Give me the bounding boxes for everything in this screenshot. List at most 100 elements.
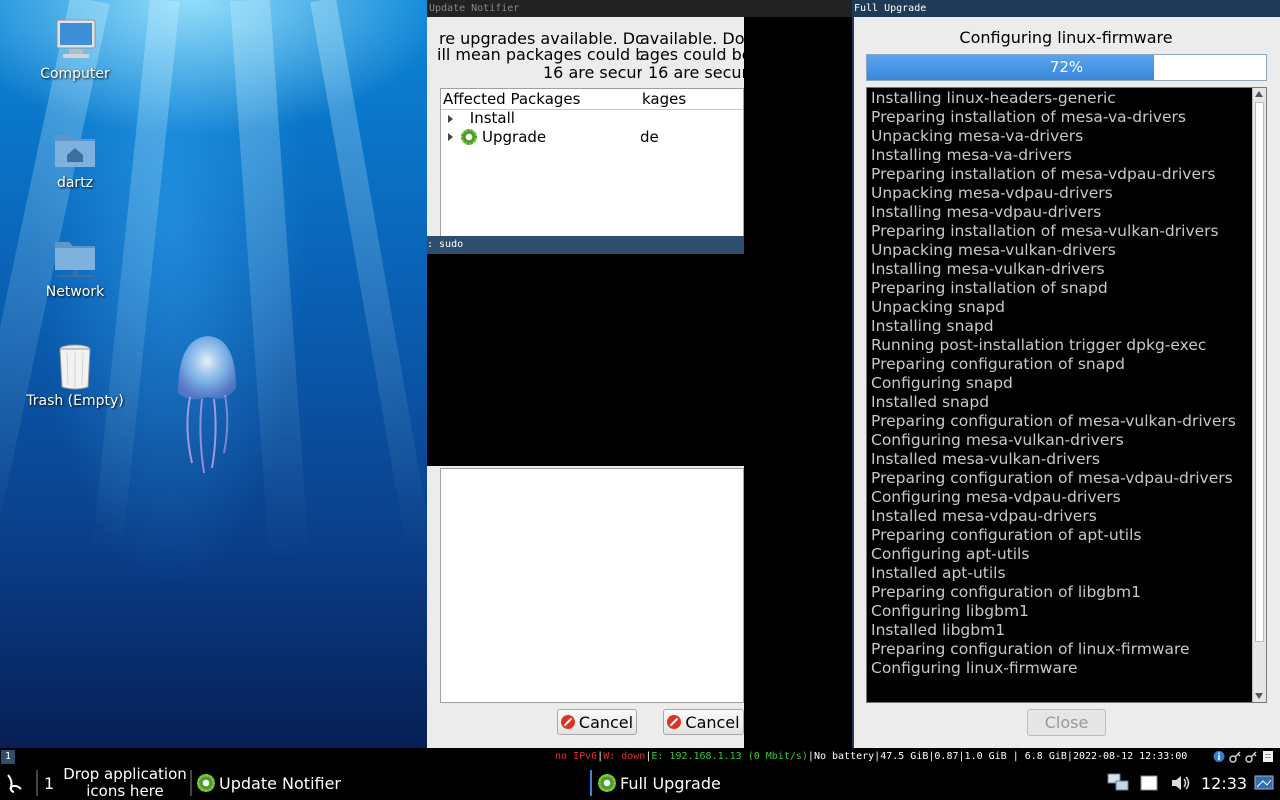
desktop-icon-label: Trash (Empty): [26, 393, 124, 409]
taskbar-separator: [36, 770, 38, 796]
taskbar-separator: [590, 770, 592, 796]
key-icon[interactable]: [1229, 750, 1241, 763]
log-line: Configuring snapd: [871, 374, 1013, 392]
cancel-button-label: Cancel: [578, 712, 634, 732]
log-line: Configuring mesa-vulkan-drivers: [871, 431, 1124, 449]
clipboard-icon[interactable]: [1262, 750, 1274, 763]
update-message-line3: 16 are securi: [543, 63, 642, 82]
affected-packages-tree[interactable]: Affected Packages kages Install Upgrade …: [440, 88, 744, 238]
computer-icon: [56, 19, 96, 58]
info-icon[interactable]: [1213, 750, 1225, 763]
log-line: Unpacking mesa-vdpau-drivers: [871, 184, 1113, 202]
clock[interactable]: 12:33: [1201, 766, 1247, 800]
desktop: Computer dartz Network Trash (Empty): [0, 0, 427, 748]
key-icon[interactable]: [1245, 750, 1257, 763]
notes-tray-icon[interactable]: [1139, 766, 1159, 800]
status-text: no IPv6|W: down|E: 192.168.1.13 (0 Mbit/…: [555, 751, 1188, 762]
status-battery: No battery: [813, 751, 875, 762]
status-mem-free: 6.8 GiB: [1024, 751, 1067, 762]
desktop-icon-network[interactable]: Network: [20, 234, 130, 300]
log-line: Installing snapd: [871, 317, 994, 335]
show-desktop-button[interactable]: [1254, 766, 1274, 800]
distro-logo-icon: [7, 774, 22, 793]
volume-tray-icon[interactable]: [1170, 766, 1192, 800]
full-upgrade-titlebar[interactable]: Full Upgrade: [852, 0, 1280, 17]
desktop-icon: [1254, 775, 1274, 790]
start-menu-button[interactable]: [4, 766, 26, 800]
jellyfish-wallpaper-image: [178, 336, 236, 474]
cancel-button-label: Cancel: [685, 712, 740, 732]
tree-row-label: Install: [469, 109, 515, 127]
cancel-button-dup[interactable]: Cancel: [663, 709, 744, 735]
log-line: Unpacking mesa-va-drivers: [871, 127, 1084, 145]
scroll-down-arrow-icon[interactable]: [1255, 693, 1263, 699]
sudo-window-titlebar[interactable]: : sudo: [427, 236, 744, 254]
desktop-icon-computer[interactable]: Computer: [20, 16, 130, 82]
status-ipv6: no IPv6: [555, 751, 598, 762]
log-line: Configuring mesa-vdpau-drivers: [871, 488, 1121, 506]
desktop-icon-label: Computer: [40, 66, 110, 82]
desktop-icon-home-folder[interactable]: dartz: [20, 125, 130, 191]
log-line: Installing mesa-vulkan-drivers: [871, 260, 1105, 278]
cancel-button[interactable]: Cancel: [557, 709, 637, 735]
workspace-button[interactable]: 1: [44, 766, 54, 800]
notepad-icon: [1140, 775, 1158, 791]
status-disk: 47.5 GiB: [880, 751, 929, 762]
log-line: Configuring apt-utils: [871, 545, 1030, 563]
task-full-upgrade[interactable]: Full Upgrade: [598, 766, 721, 800]
status-bar: 1 no IPv6|W: down|E: 192.168.1.13 (0 Mbi…: [0, 748, 1280, 766]
task-update-notifier[interactable]: Update Notifier: [197, 766, 341, 800]
task-label: Full Upgrade: [620, 773, 721, 793]
status-load: 0.87: [934, 751, 959, 762]
tree-row-install[interactable]: Install: [448, 109, 515, 127]
log-line: Configuring libgbm1: [871, 602, 1029, 620]
column-header-label: Affected Packages: [443, 90, 581, 108]
update-notifier-titlebar[interactable]: Update Notifier: [427, 0, 852, 17]
update-gear-icon: [197, 774, 215, 792]
log-line: Configuring linux-firmware: [871, 659, 1078, 677]
close-button[interactable]: Close: [1027, 709, 1106, 736]
log-line: Preparing configuration of snapd: [871, 355, 1125, 373]
log-line: Preparing configuration of libgbm1: [871, 583, 1141, 601]
affected-packages-header[interactable]: Affected Packages kages: [441, 89, 743, 110]
log-line: Unpacking mesa-vulkan-drivers: [871, 241, 1116, 259]
upgrade-progress-bar: 72%: [866, 54, 1267, 81]
light-ray: [230, 0, 310, 561]
trash-icon: [59, 344, 91, 390]
network-tray-icon[interactable]: [1107, 766, 1129, 800]
log-line: Installed libgbm1: [871, 621, 1006, 639]
upgrade-log[interactable]: Installing linux-headers-generic Preparin…: [866, 87, 1267, 703]
scroll-thumb[interactable]: [1255, 102, 1264, 642]
scroll-up-arrow-icon[interactable]: [1255, 91, 1263, 97]
expand-arrow-icon[interactable]: [448, 115, 453, 123]
log-line: Preparing configuration of mesa-vdpau-dr…: [871, 469, 1233, 487]
log-scrollbar[interactable]: [1252, 88, 1266, 702]
network-folder-icon: [55, 242, 95, 277]
tree-row-upgrade[interactable]: Upgrade: [448, 128, 546, 146]
drop-hint-line1: Drop application: [63, 765, 187, 783]
status-wifi: W: down: [603, 751, 646, 762]
log-line: Installed mesa-vulkan-drivers: [871, 450, 1100, 468]
desktop-icon-trash[interactable]: Trash (Empty): [20, 343, 130, 409]
cancel-icon: [667, 715, 682, 729]
log-line: Installing mesa-vdpau-drivers: [871, 203, 1102, 221]
sudo-terminal-area: [427, 254, 744, 466]
log-lines: Installing linux-headers-generic Preparin…: [871, 89, 1250, 678]
log-line: Running post-installation trigger dpkg-e…: [871, 336, 1207, 354]
log-line: Preparing configuration of mesa-vulkan-d…: [871, 412, 1236, 430]
status-ethernet: E: 192.168.1.13 (0 Mbit/s): [651, 751, 808, 762]
desktop-icon-label: dartz: [56, 175, 94, 191]
log-line: Preparing configuration of linux-firmwar…: [871, 640, 1190, 658]
task-label: Update Notifier: [219, 773, 342, 793]
log-line: Installing linux-headers-generic: [871, 89, 1116, 107]
update-gear-icon: [461, 129, 477, 145]
expand-arrow-icon[interactable]: [448, 133, 453, 141]
log-line: Installing mesa-va-drivers: [871, 146, 1072, 164]
log-line: Installed apt-utils: [871, 564, 1006, 582]
log-line: Preparing installation of snapd: [871, 279, 1108, 297]
update-message-line2-dup: ages could be: [640, 45, 744, 64]
drop-hint-line2: icons here: [86, 782, 164, 800]
launcher-drop-zone[interactable]: Drop application icons here: [62, 766, 188, 800]
workspace-indicator[interactable]: 1: [1, 750, 15, 764]
details-text-area[interactable]: [440, 468, 744, 703]
